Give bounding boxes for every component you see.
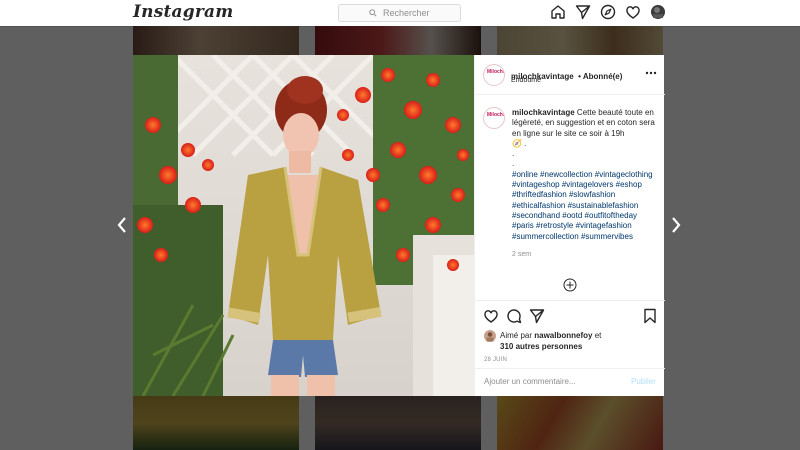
search-placeholder: Rechercher xyxy=(383,8,430,18)
liked-by-others[interactable]: 310 autres personnes xyxy=(500,342,582,351)
hashtag-list: #online #newcollection #vintageclothing … xyxy=(512,170,658,242)
hashtag-link[interactable]: #eshop xyxy=(616,180,642,189)
caption-emoji-line: 🧭 . xyxy=(512,138,527,148)
liked-by-prefix: Aimé par xyxy=(500,331,533,340)
hashtag-link[interactable]: #paris xyxy=(512,221,534,230)
follow-status[interactable]: • Abonné(e) xyxy=(578,72,622,81)
post-header: Milochka milochkavintage • Abonné(e) End… xyxy=(475,55,665,95)
post-sidebar: Milochka milochkavintage • Abonné(e) End… xyxy=(474,55,665,397)
more-options-icon[interactable] xyxy=(645,71,657,75)
caption-dot: . xyxy=(512,149,515,159)
home-icon[interactable] xyxy=(550,4,566,20)
hashtag-link[interactable]: #slowfashion xyxy=(569,190,615,199)
caption-avatar[interactable]: Milochka xyxy=(483,107,505,129)
caption-username[interactable]: milochkavintage xyxy=(512,108,575,117)
post-photo-illustration xyxy=(133,55,474,396)
post-date[interactable]: 28 JUIN xyxy=(484,357,507,363)
profile-avatar[interactable] xyxy=(650,4,666,20)
hashtag-link[interactable]: #outfitoftheday xyxy=(585,211,637,220)
publish-button[interactable]: Publier xyxy=(631,377,656,386)
previous-post-arrow-icon[interactable] xyxy=(115,215,129,235)
hashtag-link[interactable]: #vintagefashion xyxy=(576,221,632,230)
hashtag-link[interactable]: #thriftedfashion xyxy=(512,190,567,199)
direct-icon[interactable] xyxy=(575,4,591,20)
liked-by-user[interactable]: nawalbonnefoy xyxy=(534,331,592,340)
hashtag-link[interactable]: #ethicalfashion xyxy=(512,201,565,210)
likes-summary: Aimé par nawalbonnefoy et 310 autres per… xyxy=(500,331,662,352)
hashtag-link[interactable]: #ootd xyxy=(562,211,582,220)
hashtag-link[interactable]: #vintageclothing xyxy=(595,170,653,179)
liker-avatar[interactable] xyxy=(484,330,496,342)
post-caption: milochkavintage Cette beauté toute en lé… xyxy=(512,108,658,260)
avatar-logo-text: Milochka xyxy=(487,69,504,75)
instagram-logo[interactable]: Instagram xyxy=(133,2,233,22)
account-avatar[interactable]: Milochka xyxy=(483,64,505,86)
hashtag-link[interactable]: #sustainablefashion xyxy=(568,201,639,210)
comment-icon[interactable] xyxy=(506,308,522,324)
comment-input[interactable]: Ajouter un commentaire... xyxy=(484,377,576,386)
avatar-logo-text: Milochka xyxy=(487,112,504,118)
post-photo[interactable] xyxy=(133,55,474,396)
caption-timestamp: 2 sem xyxy=(512,250,532,258)
hashtag-link[interactable]: #summervibes xyxy=(581,232,633,241)
like-heart-icon[interactable] xyxy=(483,308,499,324)
liked-by-and: et xyxy=(594,331,602,340)
share-icon[interactable] xyxy=(529,308,545,324)
hashtag-link[interactable]: #vintagelovers xyxy=(562,180,614,189)
hashtag-link[interactable]: #secondhand xyxy=(512,211,560,220)
hashtag-link[interactable]: #online xyxy=(512,170,538,179)
load-more-comments-icon[interactable] xyxy=(563,278,577,292)
post-modal: Milochka milochkavintage • Abonné(e) End… xyxy=(133,55,665,397)
explore-icon[interactable] xyxy=(600,4,616,20)
comment-bar: Ajouter un commentaire... Publier xyxy=(475,368,665,397)
hashtag-link[interactable]: #retrostyle xyxy=(536,221,573,230)
hashtag-link[interactable]: #vintageshop xyxy=(512,180,560,189)
post-location[interactable]: Endoume xyxy=(511,77,541,84)
save-bookmark-icon[interactable] xyxy=(643,308,657,324)
caption-dot: . xyxy=(512,159,515,169)
search-input[interactable]: Rechercher xyxy=(338,4,461,22)
heart-icon[interactable] xyxy=(625,4,641,20)
top-navigation-bar: Instagram Rechercher xyxy=(0,0,800,27)
next-post-arrow-icon[interactable] xyxy=(669,215,683,235)
hashtag-link[interactable]: #newcollection xyxy=(540,170,592,179)
hashtag-link[interactable]: #summercollection xyxy=(512,232,579,241)
search-icon xyxy=(369,9,377,17)
